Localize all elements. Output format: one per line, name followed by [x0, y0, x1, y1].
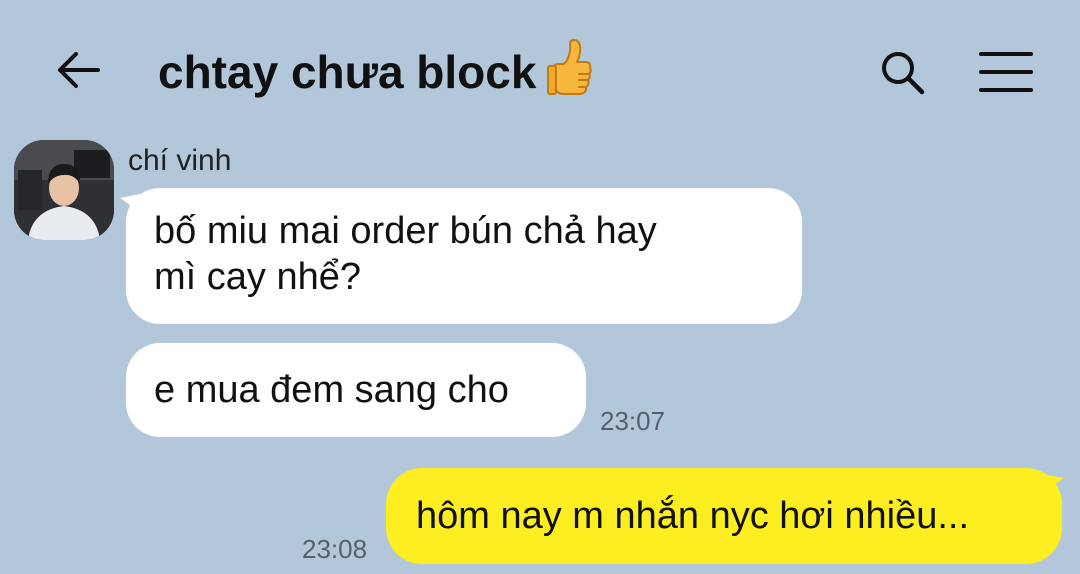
search-icon: [882, 52, 925, 95]
message-bubble-outgoing[interactable]: hôm nay m nhắn nyc hơi nhiều...: [386, 468, 1062, 564]
chat-title-text: chtay chưa block: [158, 46, 537, 99]
message-line: mì cay nhể?: [154, 256, 361, 298]
chat-title: chtay chưa block: [158, 38, 593, 114]
message-timestamp: 23:07: [600, 406, 666, 436]
message-bubble-incoming[interactable]: bố miu mai order bún chả hay mì cay nhể?: [126, 188, 802, 324]
message-line: bố miu mai order bún chả hay: [154, 210, 657, 252]
sender-avatar[interactable]: [14, 140, 114, 240]
chat-header: chtay chưa block: [0, 0, 1080, 140]
message-text: hôm nay m nhắn nyc hơi nhiều...: [416, 495, 970, 537]
message-text: e mua đem sang cho: [154, 369, 509, 411]
message-timestamp: 23:08: [302, 534, 368, 564]
message-bubble-incoming[interactable]: e mua đem sang cho: [126, 343, 586, 437]
back-button[interactable]: [48, 42, 108, 98]
sender-name: chí vinh: [128, 144, 232, 177]
search-button[interactable]: [872, 44, 932, 100]
arrow-left-icon: [58, 52, 100, 88]
hamburger-menu-icon: [979, 52, 1033, 92]
thumbs-up-emoji-icon: [546, 38, 593, 114]
menu-button[interactable]: [972, 44, 1040, 100]
